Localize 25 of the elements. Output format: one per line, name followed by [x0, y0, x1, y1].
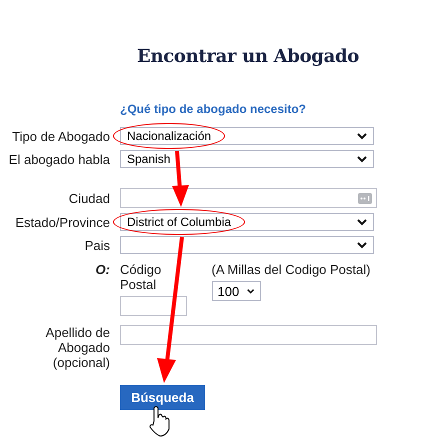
annotation-arrow	[172, 150, 189, 207]
chevron-icon	[357, 218, 367, 226]
select-field[interactable]: Spanish	[120, 150, 374, 168]
chevron-icon	[357, 242, 367, 248]
text-field[interactable]	[120, 188, 377, 208]
search-button[interactable]: Búsqueda	[120, 385, 205, 410]
field-label: Pais	[84, 238, 110, 252]
field-label: Ciudad	[68, 190, 110, 206]
hand-cursor-icon	[150, 406, 170, 436]
chevron-icon	[357, 132, 367, 140]
chevron-icon	[247, 288, 255, 294]
field-label: Estado/Province	[15, 214, 110, 230]
field-label: Código Postal	[120, 262, 162, 292]
field-label: El abogado habla	[8, 152, 110, 166]
field-label: (A Millas del Codigo Postal)	[212, 262, 372, 277]
help-link[interactable]: ¿Qué tipo de abogado necesito?	[120, 102, 376, 116]
chevron-icon	[357, 156, 367, 162]
page-title: Encontrar un Abogado	[137, 46, 359, 67]
field-label: Tipo de Abogado	[12, 128, 110, 144]
zip-field[interactable]	[120, 296, 187, 316]
radius-select[interactable]: 100	[212, 281, 261, 301]
or-label: O:	[94, 262, 110, 279]
field-label: Apellido de Abogado (opcional)	[44, 325, 110, 370]
select-field[interactable]	[120, 236, 374, 254]
text-field[interactable]	[120, 325, 377, 345]
